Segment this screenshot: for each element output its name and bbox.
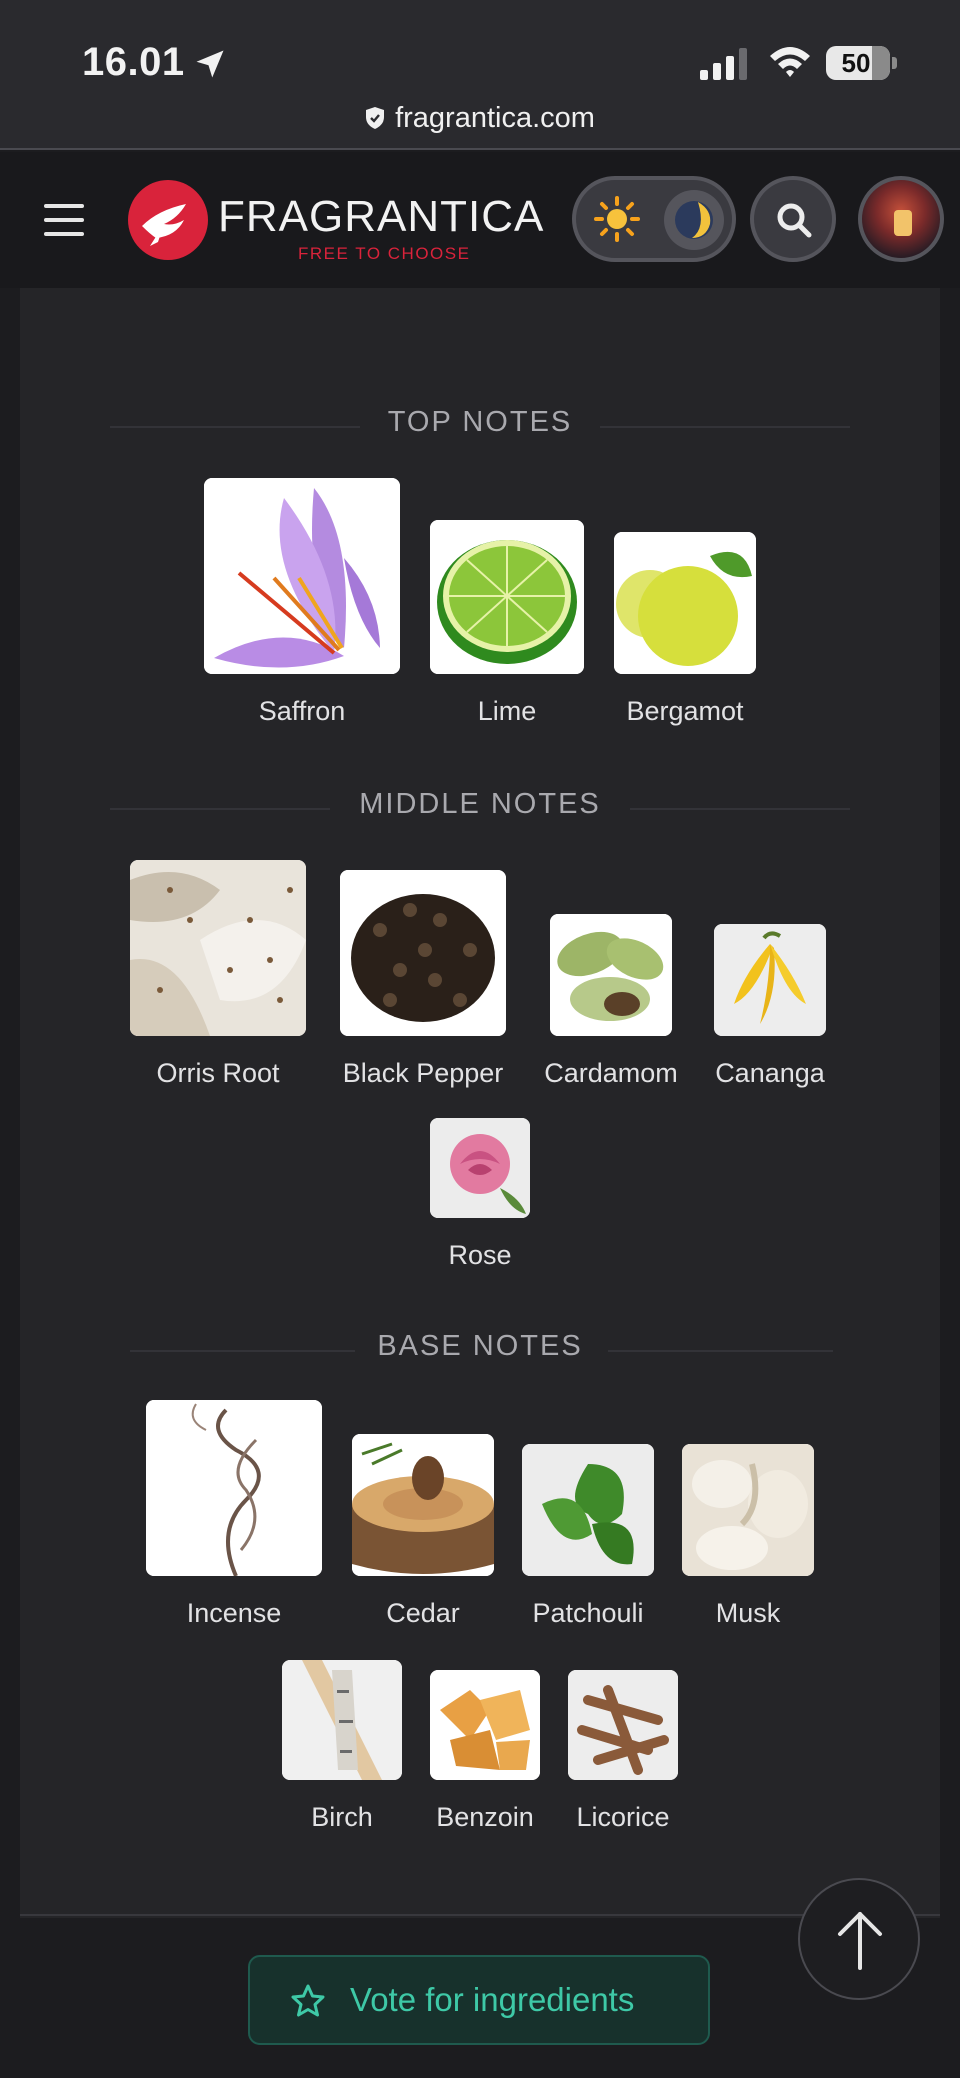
note-rose[interactable]: Rose bbox=[430, 1118, 530, 1270]
note-image bbox=[430, 1118, 530, 1218]
note-bergamot[interactable]: Bergamot bbox=[614, 532, 756, 728]
brand-logo[interactable] bbox=[128, 180, 208, 260]
note-saffron[interactable]: Saffron bbox=[204, 478, 400, 728]
moon-icon bbox=[672, 198, 716, 242]
vote-label: Vote for ingredients bbox=[350, 1981, 635, 2018]
battery-icon: 50 bbox=[826, 46, 897, 80]
scroll-to-top-button[interactable] bbox=[798, 1878, 920, 2000]
note-image bbox=[714, 924, 826, 1036]
note-cedar[interactable]: Cedar bbox=[352, 1434, 494, 1628]
note-cananga[interactable]: Cananga bbox=[714, 924, 826, 1088]
signal-icon bbox=[700, 48, 750, 80]
location-arrow-icon bbox=[192, 46, 228, 82]
search-button[interactable] bbox=[750, 176, 836, 262]
status-time: 16.01 bbox=[82, 40, 185, 84]
middle-notes-heading: MIDDLE NOTES bbox=[20, 788, 940, 828]
brand-tagline: FREE TO CHOOSE bbox=[298, 244, 471, 263]
shield-icon bbox=[365, 104, 385, 129]
note-orris-root[interactable]: Orris Root bbox=[130, 860, 306, 1088]
note-image bbox=[204, 478, 400, 674]
note-image bbox=[522, 1444, 654, 1576]
brand-name[interactable]: FRAGRANTICA bbox=[218, 192, 544, 242]
note-image bbox=[352, 1434, 494, 1576]
vote-ingredients-button[interactable]: Vote for ingredients bbox=[248, 1955, 710, 2045]
sun-icon bbox=[594, 196, 640, 242]
top-notes-heading: TOP NOTES bbox=[20, 406, 940, 446]
note-lime[interactable]: Lime bbox=[430, 520, 584, 728]
note-patchouli[interactable]: Patchouli bbox=[522, 1444, 654, 1628]
arrow-up-icon bbox=[838, 1912, 882, 1970]
note-benzoin[interactable]: Benzoin bbox=[430, 1670, 540, 1832]
note-image bbox=[550, 914, 672, 1036]
note-image bbox=[682, 1444, 814, 1576]
note-birch[interactable]: Birch bbox=[282, 1660, 402, 1832]
note-image bbox=[340, 870, 506, 1036]
star-icon bbox=[290, 1983, 326, 2019]
note-image bbox=[568, 1670, 678, 1780]
wifi-icon bbox=[768, 44, 812, 80]
battery-level: 50 bbox=[841, 48, 871, 78]
note-image bbox=[146, 1400, 322, 1576]
site-header: FRAGRANTICA FREE TO CHOOSE bbox=[0, 152, 960, 288]
note-incense[interactable]: Incense bbox=[146, 1400, 322, 1628]
note-image bbox=[430, 1670, 540, 1780]
search-icon bbox=[777, 203, 812, 238]
note-image bbox=[614, 532, 756, 674]
note-image bbox=[282, 1660, 402, 1780]
note-image bbox=[130, 860, 306, 1036]
note-musk[interactable]: Musk bbox=[682, 1444, 814, 1628]
note-licorice[interactable]: Licorice bbox=[568, 1670, 678, 1832]
theme-toggle[interactable] bbox=[572, 176, 736, 262]
note-cardamom[interactable]: Cardamom bbox=[544, 914, 678, 1088]
address-bar[interactable]: fragrantica.com bbox=[0, 102, 960, 135]
hamburger-icon[interactable] bbox=[44, 204, 84, 236]
note-black-pepper[interactable]: Black Pepper bbox=[340, 870, 506, 1088]
base-notes-heading: BASE NOTES bbox=[20, 1330, 940, 1370]
status-bar: 16.01 50 fragrantica.com bbox=[0, 0, 960, 150]
notes-pyramid: TOP NOTES Saffron Lime Bergamot MIDDLE N… bbox=[20, 288, 940, 1918]
avatar[interactable] bbox=[858, 176, 944, 262]
note-image bbox=[430, 520, 584, 674]
url-text: fragrantica.com bbox=[395, 102, 595, 134]
